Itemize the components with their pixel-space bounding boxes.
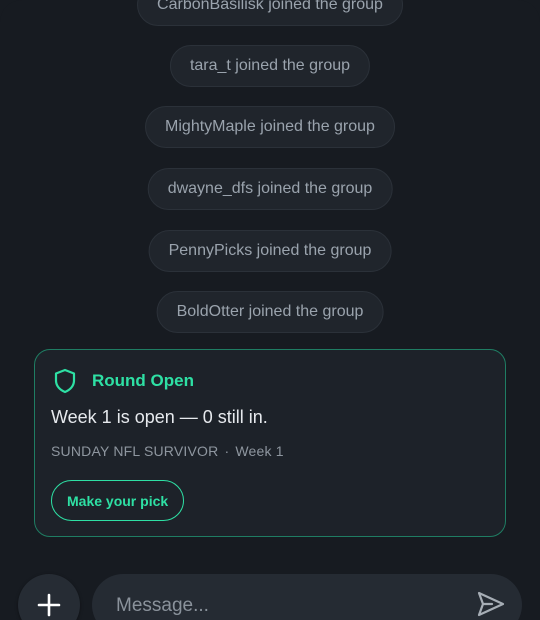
card-header: Round Open: [53, 368, 194, 394]
system-message-text: dwayne_dfs joined the group: [167, 180, 373, 197]
system-message: tara_t joined the group: [169, 45, 371, 87]
system-message: PennyPicks joined the group: [148, 230, 392, 272]
pool-name: SUNDAY NFL SURVIVOR: [51, 443, 219, 459]
card-body-text: Week 1 is open — 0 still in.: [51, 407, 268, 427]
message-input[interactable]: [114, 588, 458, 620]
system-message: CarbonBasilisk joined the group: [137, 0, 403, 26]
send-icon: [477, 591, 505, 617]
system-message-text: BoldOtter joined the group: [176, 303, 364, 320]
system-message: dwayne_dfs joined the group: [147, 168, 393, 210]
meta-separator: ·: [224, 443, 230, 459]
system-message-text: PennyPicks joined the group: [168, 242, 372, 259]
system-message-text: CarbonBasilisk joined the group: [157, 0, 383, 13]
card-title: Round Open: [92, 371, 194, 390]
send-button[interactable]: [476, 590, 506, 618]
message-composer: [92, 574, 522, 620]
chat-screen: CarbonBasilisk joined the group tara_t j…: [0, 0, 540, 620]
plus-icon: [37, 593, 61, 617]
round-open-card: Round Open Week 1 is open — 0 still in. …: [34, 349, 506, 537]
shield-icon: [53, 368, 77, 394]
system-message-text: tara_t joined the group: [189, 57, 351, 74]
make-pick-button[interactable]: Make your pick: [51, 480, 185, 521]
system-message: MightyMaple joined the group: [145, 106, 395, 148]
week-label: Week 1: [235, 443, 284, 459]
add-button[interactable]: [18, 574, 80, 620]
system-message: BoldOtter joined the group: [156, 291, 384, 333]
system-message-text: MightyMaple joined the group: [165, 118, 375, 135]
card-meta: SUNDAY NFL SURVIVOR · Week 1: [51, 443, 284, 459]
